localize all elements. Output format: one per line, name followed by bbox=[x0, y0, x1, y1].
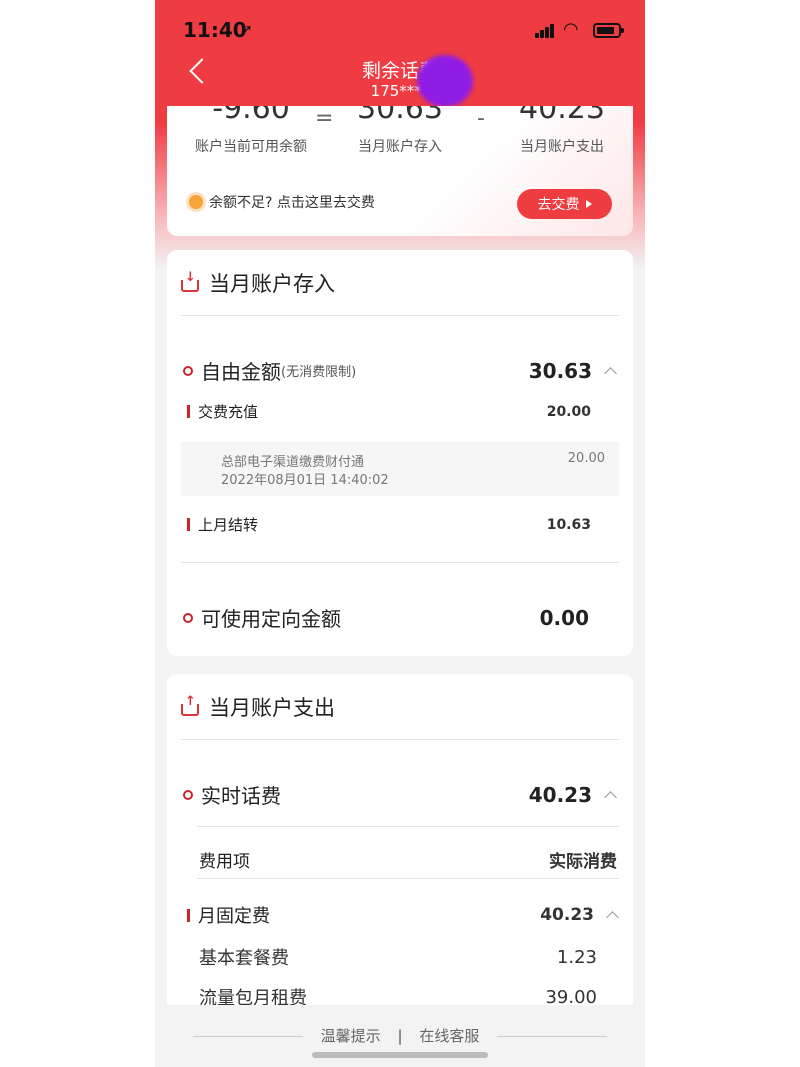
pay-button-label: 去交费 bbox=[537, 197, 580, 213]
page-title: 剩余话费 bbox=[361, 60, 438, 82]
deposit-icon bbox=[181, 270, 199, 292]
realtime-fee-row[interactable]: 实时话费 40.23 bbox=[183, 780, 617, 809]
footer-links: 温馨提示 | 在线客服 bbox=[155, 1025, 645, 1046]
income-card-title: 当月账户存入 bbox=[209, 272, 335, 296]
free-amount-row[interactable]: 自由金额 (无消费限制) 30.63 bbox=[183, 356, 617, 385]
circle-bullet-icon bbox=[183, 365, 193, 376]
spend-label: 当月账户支出 bbox=[520, 139, 604, 155]
status-bar: 11:40 ➚ ◠ bbox=[155, 0, 645, 58]
divider bbox=[181, 562, 619, 563]
battery-icon bbox=[593, 23, 624, 38]
free-amount-value: 30.63 bbox=[528, 358, 592, 383]
free-amount-label: 自由金额 bbox=[201, 360, 281, 384]
monthly-fixed-fee-label: 月固定费 bbox=[198, 906, 270, 927]
payment-source: 总部电子渠道缴费财付通 bbox=[221, 455, 365, 470]
income-card-header: 当月账户存入 bbox=[181, 268, 335, 298]
bar-bullet-icon bbox=[187, 518, 190, 531]
deposit-column: 30.63 当月账户存入 bbox=[325, 106, 475, 156]
divider bbox=[181, 739, 619, 740]
tips-link[interactable]: 温馨提示 bbox=[321, 1025, 381, 1046]
column-fee-item: 费用项 bbox=[199, 852, 250, 872]
status-time: 11:40 bbox=[183, 18, 247, 42]
lightbulb-icon bbox=[189, 195, 203, 209]
directed-amount-label: 可使用定向金额 bbox=[201, 607, 341, 631]
footer-separator: | bbox=[397, 1027, 403, 1045]
tip-text: 余额不足? 点击这里去交费 bbox=[209, 195, 375, 211]
fee-item-label: 基本套餐费 bbox=[199, 948, 289, 969]
chevron-up-icon[interactable] bbox=[604, 790, 617, 804]
column-actual-spend: 实际消费 bbox=[549, 852, 617, 872]
free-amount-note: (无消费限制) bbox=[281, 365, 357, 380]
home-indicator[interactable] bbox=[312, 1052, 488, 1058]
divider bbox=[181, 315, 619, 316]
circle-bullet-icon bbox=[183, 789, 193, 800]
bar-bullet-icon bbox=[187, 405, 190, 418]
realtime-fee-value: 40.23 bbox=[528, 782, 592, 807]
fee-table-header: 费用项 实际消费 bbox=[199, 847, 617, 872]
bar-bullet-icon bbox=[187, 908, 190, 922]
spend-card-header: 当月账户支出 bbox=[181, 692, 335, 722]
chevron-up-icon[interactable] bbox=[604, 366, 617, 380]
balance-summary-card: -9.60 账户当前可用余额 = 30.63 当月账户存入 - 40.23 当月… bbox=[167, 106, 633, 236]
monthly-fixed-fee-row[interactable]: 月固定费 40.23 bbox=[187, 902, 619, 928]
spend-column: 40.23 当月账户支出 bbox=[487, 106, 633, 156]
carryover-label: 上月结转 bbox=[198, 516, 259, 534]
recharge-value: 20.00 bbox=[546, 403, 591, 420]
upload-icon bbox=[181, 694, 199, 716]
caret-right-icon bbox=[585, 200, 592, 208]
pay-button[interactable]: 去交费 bbox=[517, 189, 612, 219]
phone-number: 175**** bbox=[370, 82, 430, 100]
privacy-blur-mask bbox=[417, 55, 473, 107]
carryover-value: 10.63 bbox=[546, 516, 591, 533]
payment-date: 2022年08月01日 14:40:02 bbox=[221, 473, 389, 488]
directed-amount-value: 0.00 bbox=[539, 605, 589, 630]
wifi-icon: ◠ bbox=[563, 19, 579, 40]
chevron-up-icon[interactable] bbox=[606, 911, 619, 924]
spend-card-title: 当月账户支出 bbox=[209, 696, 335, 720]
divider bbox=[197, 826, 619, 827]
circle-bullet-icon bbox=[183, 612, 193, 623]
balance-column: -9.60 账户当前可用余额 bbox=[176, 106, 326, 156]
recharge-label: 交费充值 bbox=[198, 403, 259, 421]
monthly-fixed-fee-value: 40.23 bbox=[540, 905, 594, 925]
location-arrow-icon: ➚ bbox=[241, 22, 253, 38]
fee-item-value: 1.23 bbox=[556, 946, 597, 968]
recharge-detail: 总部电子渠道缴费财付通 2022年08月01日 14:40:02 20.00 bbox=[181, 442, 619, 496]
payment-amount: 20.00 bbox=[567, 451, 605, 466]
balance-value: -9.60 bbox=[212, 106, 290, 126]
deposit-value: 30.63 bbox=[357, 106, 443, 126]
phone-screen: 11:40 ➚ ◠ 剩余话费 175**** -9.60 账户当前可用余额 = … bbox=[155, 0, 645, 1067]
spend-value: 40.23 bbox=[519, 106, 605, 126]
footer-bar: 温馨提示 | 在线客服 bbox=[155, 1005, 645, 1067]
deposit-label: 当月账户存入 bbox=[358, 139, 442, 155]
carryover-row: 上月结转 10.63 bbox=[187, 514, 591, 535]
recharge-row: 交费充值 20.00 bbox=[187, 401, 591, 422]
divider bbox=[197, 878, 619, 879]
directed-amount-row: 可使用定向金额 0.00 bbox=[183, 603, 589, 632]
fee-item-row: 基本套餐费 1.23 bbox=[199, 944, 597, 970]
minus-sign: - bbox=[477, 106, 485, 131]
cellular-signal-icon bbox=[535, 24, 555, 38]
online-service-link[interactable]: 在线客服 bbox=[419, 1025, 479, 1046]
realtime-fee-label: 实时话费 bbox=[201, 784, 281, 808]
income-card: 当月账户存入 自由金额 (无消费限制) 30.63 交费充值 20.00 总部电… bbox=[167, 250, 633, 656]
balance-label: 账户当前可用余额 bbox=[195, 139, 307, 155]
low-balance-tip[interactable]: 余额不足? 点击这里去交费 bbox=[189, 192, 375, 212]
spend-card: 当月账户支出 实时话费 40.23 费用项 实际消费 月固定费 40.23 基本… bbox=[167, 674, 633, 1014]
